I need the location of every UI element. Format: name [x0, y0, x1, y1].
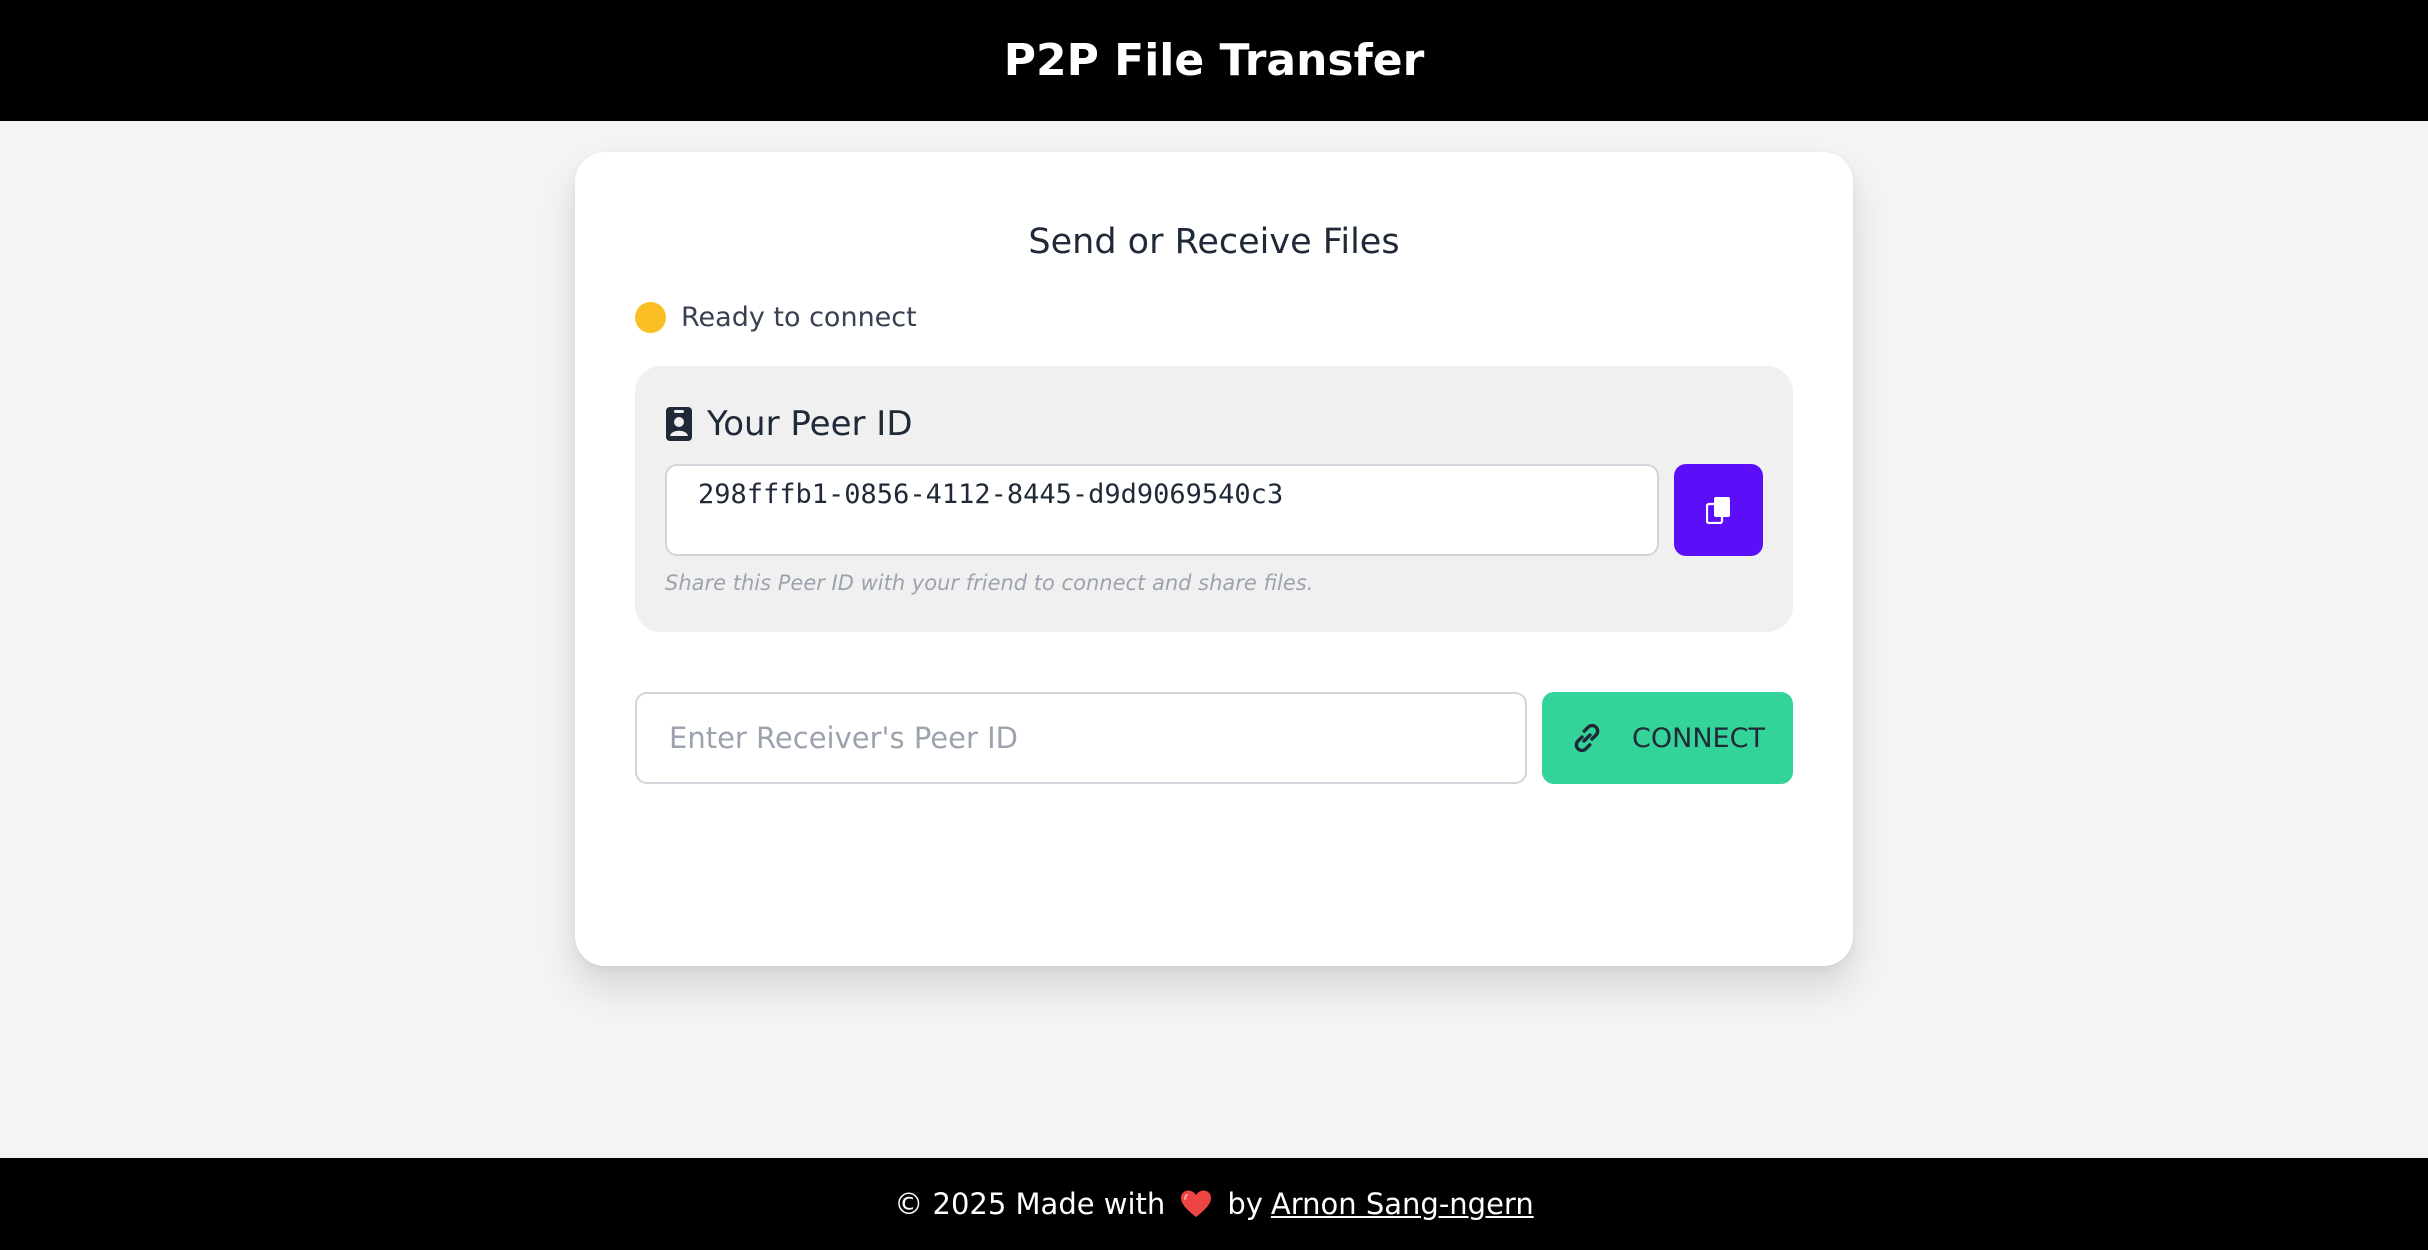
copy-peer-id-button[interactable] [1674, 464, 1763, 556]
peer-id-heading: Your Peer ID [665, 404, 913, 444]
top-bar: P2P File Transfer [0, 0, 2428, 121]
status-dot-icon [635, 301, 666, 333]
page-footer: © 2025 Made with by Arnon Sang-ngern [0, 1158, 2428, 1250]
footer-by: by [1227, 1187, 1263, 1221]
copy-icon [1705, 497, 1730, 524]
peer-id-panel: Your Peer ID 298fffb1-0856-4112-8445-d9d… [635, 366, 1793, 632]
link-icon [1574, 723, 1600, 753]
peer-id-field[interactable]: 298fffb1-0856-4112-8445-d9d9069540c3 [665, 464, 1659, 556]
footer-copyright: © 2025 Made with [894, 1187, 1166, 1221]
card-title: Send or Receive Files [1028, 222, 1400, 262]
connect-button-label: CONNECT [1632, 722, 1765, 754]
status-text: Ready to connect [681, 301, 917, 333]
connect-button[interactable]: CONNECT [1542, 692, 1793, 784]
receiver-peer-id-input[interactable] [635, 692, 1527, 784]
id-badge-icon [666, 407, 692, 441]
author-link[interactable]: Arnon Sang-ngern [1271, 1187, 1534, 1221]
connection-status: Ready to connect [635, 300, 917, 334]
heart-icon [1181, 1190, 1212, 1217]
transfer-card: Send or Receive Files Ready to connect Y… [575, 152, 1853, 966]
peer-id-label: Your Peer ID [707, 404, 913, 444]
peer-id-hint: Share this Peer ID with your friend to c… [665, 571, 1314, 595]
app-title: P2P File Transfer [1003, 35, 1425, 86]
app-root: P2P File Transfer Send or Receive Files … [0, 0, 2428, 1250]
